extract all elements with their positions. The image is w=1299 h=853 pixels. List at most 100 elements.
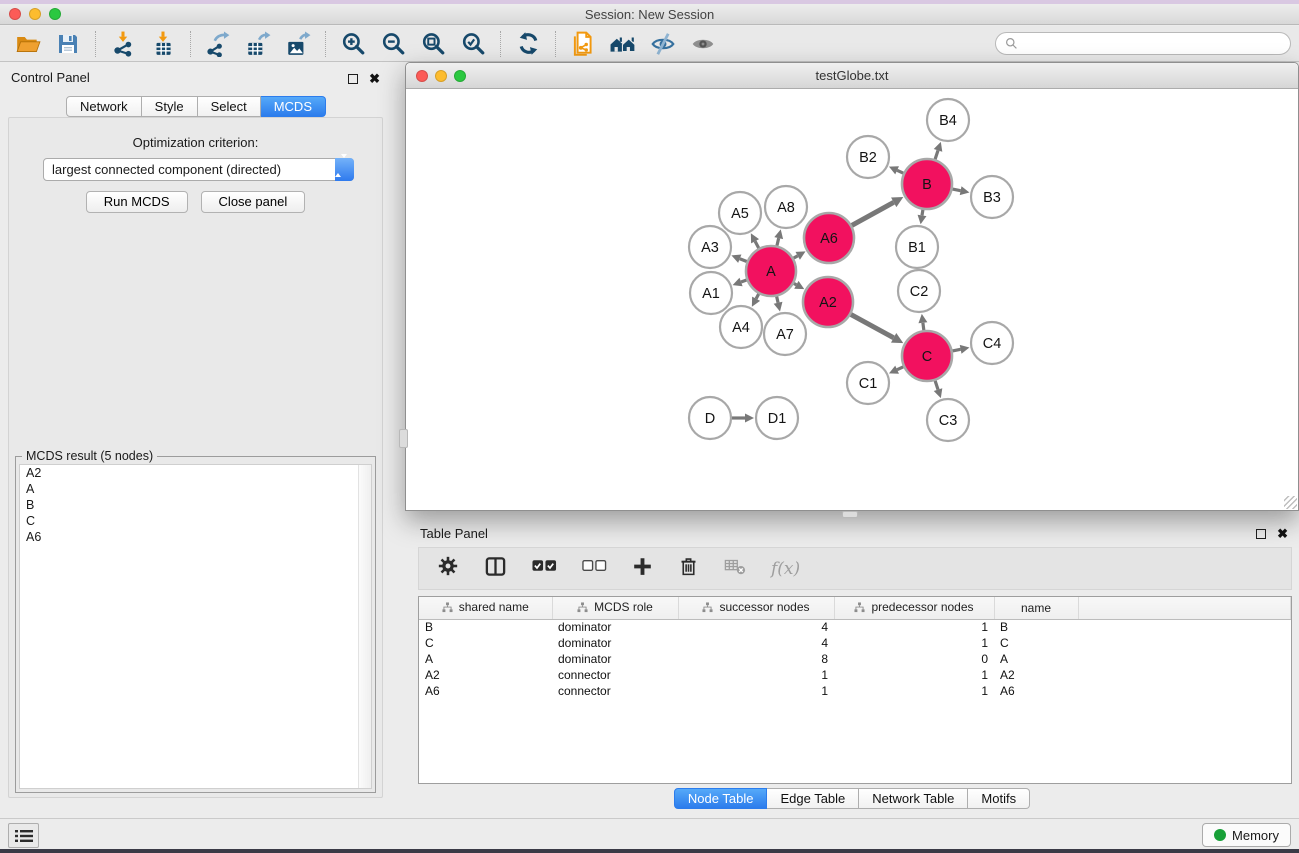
horizontal-split-handle[interactable] (842, 511, 858, 518)
graph-node-B1[interactable]: B1 (896, 226, 938, 268)
tab-network[interactable]: Network (66, 96, 142, 117)
select-all-button[interactable] (532, 559, 557, 578)
graph-edge-A-A1[interactable] (741, 280, 747, 282)
column-header-name[interactable]: name (994, 597, 1078, 619)
column-header-shared-name[interactable]: shared name (419, 597, 552, 619)
search-input[interactable] (1024, 37, 1281, 51)
graph-edge-C-C2[interactable] (923, 323, 924, 330)
network-window-titlebar[interactable]: testGlobe.txt (406, 63, 1298, 89)
column-header-predecessor-nodes[interactable]: predecessor nodes (834, 597, 994, 619)
result-item[interactable]: A (20, 481, 371, 497)
hide-selected-button[interactable] (643, 29, 683, 59)
graph-node-A1[interactable]: A1 (690, 272, 732, 314)
show-column-button[interactable] (484, 555, 507, 583)
table-row[interactable]: Cdominator41C (419, 635, 1291, 651)
home-button[interactable] (603, 29, 643, 59)
network-from-document-button[interactable] (563, 29, 603, 59)
float-table-panel-button[interactable] (1256, 529, 1266, 539)
graph-node-A2[interactable]: A2 (803, 277, 853, 327)
graph-edge-B-B1[interactable] (922, 210, 923, 216)
export-network-button[interactable] (198, 29, 238, 59)
column-header-successor-nodes[interactable]: successor nodes (678, 597, 834, 619)
open-session-button[interactable] (8, 29, 48, 59)
close-window-button[interactable] (9, 8, 21, 20)
result-scrollbar[interactable] (358, 465, 371, 788)
network-canvas[interactable]: B4B2BB3A5A8A6B1A3AC2A1A2A4A7C4CC1C3DD1 (406, 89, 1298, 510)
deselect-all-button[interactable] (582, 559, 607, 578)
graph-node-B3[interactable]: B3 (971, 176, 1013, 218)
network-minimize-button[interactable] (435, 70, 447, 82)
tab-style[interactable]: Style (142, 96, 198, 117)
float-panel-button[interactable] (348, 74, 358, 84)
graph-node-A6[interactable]: A6 (804, 213, 854, 263)
graph-node-A4[interactable]: A4 (720, 306, 762, 348)
graph-node-A[interactable]: A (746, 246, 796, 296)
network-close-button[interactable] (416, 70, 428, 82)
export-image-button[interactable] (278, 29, 318, 59)
result-item[interactable]: A6 (20, 529, 371, 545)
table-row[interactable]: A6connector11A6 (419, 683, 1291, 699)
graph-edge-B-B2[interactable] (897, 170, 903, 173)
graph-edge-B-B3[interactable] (952, 189, 960, 191)
graph-node-D1[interactable]: D1 (756, 397, 798, 439)
graph-node-A7[interactable]: A7 (764, 313, 806, 355)
window-resize-grip[interactable] (1284, 496, 1297, 509)
zoom-out-button[interactable] (373, 29, 413, 59)
graph-edge-A-A4[interactable] (756, 294, 759, 299)
table-row[interactable]: Adominator80A (419, 651, 1291, 667)
graph-edge-A6-B[interactable] (852, 202, 894, 225)
graph-node-B2[interactable]: B2 (847, 136, 889, 178)
refresh-view-button[interactable] (508, 29, 548, 59)
zoom-selected-button[interactable] (453, 29, 493, 59)
column-header-MCDS-role[interactable]: MCDS role (552, 597, 678, 619)
graph-edge-A2-C[interactable] (851, 314, 894, 337)
result-item[interactable]: A2 (20, 465, 371, 481)
graph-node-C2[interactable]: C2 (898, 270, 940, 312)
tab-network-table[interactable]: Network Table (859, 788, 968, 809)
result-item[interactable]: C (20, 513, 371, 529)
tab-edge-table[interactable]: Edge Table (767, 788, 859, 809)
run-mcds-button[interactable]: Run MCDS (86, 191, 188, 213)
save-session-button[interactable] (48, 29, 88, 59)
mcds-result-list[interactable]: A2ABCA6 (19, 464, 372, 789)
delete-column-button[interactable] (678, 556, 699, 582)
vertical-split-handle[interactable] (399, 429, 408, 448)
import-network-button[interactable] (103, 29, 143, 59)
graph-edge-A-A8[interactable] (777, 238, 779, 246)
network-graph[interactable]: B4B2BB3A5A8A6B1A3AC2A1A2A4A7C4CC1C3DD1 (406, 89, 1298, 510)
zoom-window-button[interactable] (49, 8, 61, 20)
graph-node-C3[interactable]: C3 (927, 399, 969, 441)
graph-edge-A-A5[interactable] (755, 241, 759, 248)
criterion-select[interactable]: largest connected component (directed) (43, 158, 354, 181)
memory-button[interactable]: Memory (1202, 823, 1291, 847)
task-history-button[interactable] (8, 823, 39, 848)
tab-select[interactable]: Select (198, 96, 261, 117)
graph-node-A5[interactable]: A5 (719, 192, 761, 234)
graph-edge-A-A7[interactable] (777, 296, 778, 302)
show-all-button[interactable] (683, 29, 723, 59)
close-panel-button[interactable]: Close panel (201, 191, 306, 213)
zoom-in-button[interactable] (333, 29, 373, 59)
graph-edge-A-A2[interactable] (794, 283, 797, 284)
table-row[interactable]: A2connector11A2 (419, 667, 1291, 683)
graph-node-A3[interactable]: A3 (689, 226, 731, 268)
network-zoom-button[interactable] (454, 70, 466, 82)
graph-node-C1[interactable]: C1 (847, 362, 889, 404)
close-table-panel-icon[interactable]: ✖ (1277, 528, 1288, 539)
export-table-button[interactable] (238, 29, 278, 59)
table-settings-button[interactable] (437, 555, 459, 582)
minimize-window-button[interactable] (29, 8, 41, 20)
graph-edge-C-C3[interactable] (935, 381, 938, 390)
graph-edge-A-A6[interactable] (794, 256, 798, 258)
graph-node-B4[interactable]: B4 (927, 99, 969, 141)
graph-edge-B-B4[interactable] (935, 150, 938, 159)
graph-node-A8[interactable]: A8 (765, 186, 807, 228)
search-box[interactable] (995, 32, 1291, 55)
result-item[interactable]: B (20, 497, 371, 513)
graph-edge-C-C4[interactable] (952, 349, 960, 351)
graph-edge-A-A3[interactable] (740, 259, 747, 262)
zoom-fit-button[interactable] (413, 29, 453, 59)
table-row[interactable]: Bdominator41B (419, 619, 1291, 635)
table-header-row[interactable]: shared nameMCDS rolesuccessor nodesprede… (419, 597, 1291, 619)
delete-table-button[interactable] (724, 555, 746, 582)
